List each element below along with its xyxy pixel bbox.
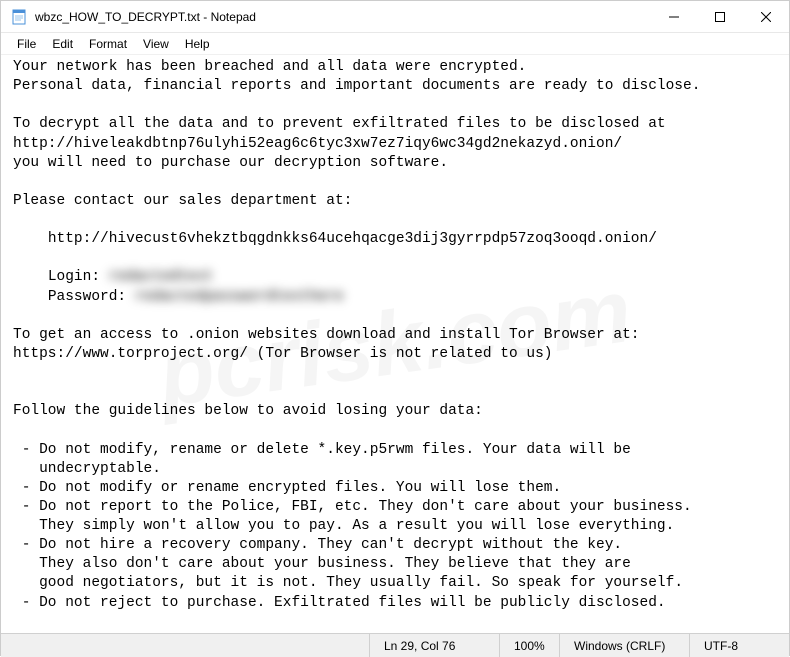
- login-value: redactedtext: [109, 269, 213, 285]
- text-line: good negotiators, but it is not. They us…: [13, 575, 683, 591]
- text-line: - Do not modify or rename encrypted file…: [13, 480, 561, 496]
- text-line: To get an access to .onion websites down…: [13, 327, 640, 343]
- text-line: To decrypt all the data and to prevent e…: [13, 116, 666, 132]
- menu-edit[interactable]: Edit: [44, 35, 81, 53]
- text-line: They simply won't allow you to pay. As a…: [13, 518, 674, 534]
- text-line: http://hiveleakdbtnp76ulyhi52eag6c6tyc3x…: [13, 136, 622, 152]
- maximize-button[interactable]: [697, 1, 743, 32]
- notepad-icon: [11, 9, 27, 25]
- password-value: redactedpasswordtexthere: [135, 289, 344, 305]
- text-line: - Do not hire a recovery company. They c…: [13, 537, 622, 553]
- menu-file[interactable]: File: [9, 35, 44, 53]
- text-line: Please contact our sales department at:: [13, 193, 352, 209]
- text-line: https://www.torproject.org/ (Tor Browser…: [13, 346, 553, 362]
- text-line: They also don't care about your business…: [13, 556, 631, 572]
- text-line: - Do not report to the Police, FBI, etc.…: [13, 499, 692, 515]
- window-title: wbzc_HOW_TO_DECRYPT.txt - Notepad: [35, 10, 651, 24]
- titlebar: wbzc_HOW_TO_DECRYPT.txt - Notepad: [1, 1, 789, 33]
- text-line: undecryptable.: [13, 461, 161, 477]
- text-content[interactable]: Your network has been breached and all d…: [1, 55, 789, 633]
- text-line: - Do not reject to purchase. Exfiltrated…: [13, 595, 666, 611]
- menubar: File Edit Format View Help: [1, 33, 789, 55]
- status-zoom: 100%: [499, 634, 559, 657]
- window-controls: [651, 1, 789, 32]
- menu-format[interactable]: Format: [81, 35, 135, 53]
- status-lineending: Windows (CRLF): [559, 634, 689, 657]
- text-line: you will need to purchase our decryption…: [13, 155, 448, 171]
- minimize-button[interactable]: [651, 1, 697, 32]
- status-position: Ln 29, Col 76: [369, 634, 499, 657]
- text-line-password-label: Password:: [13, 289, 135, 305]
- text-line: Personal data, financial reports and imp…: [13, 78, 700, 94]
- text-line: Follow the guidelines below to avoid los…: [13, 403, 483, 419]
- text-line: Your network has been breached and all d…: [13, 59, 526, 75]
- text-line: - Do not modify, rename or delete *.key.…: [13, 442, 631, 458]
- status-encoding: UTF-8: [689, 634, 789, 657]
- text-line-login-label: Login:: [13, 269, 109, 285]
- statusbar: Ln 29, Col 76 100% Windows (CRLF) UTF-8: [1, 633, 789, 657]
- menu-view[interactable]: View: [135, 35, 177, 53]
- menu-help[interactable]: Help: [177, 35, 218, 53]
- text-line: http://hivecust6vhekztbqgdnkks64ucehqacg…: [13, 231, 657, 247]
- close-button[interactable]: [743, 1, 789, 32]
